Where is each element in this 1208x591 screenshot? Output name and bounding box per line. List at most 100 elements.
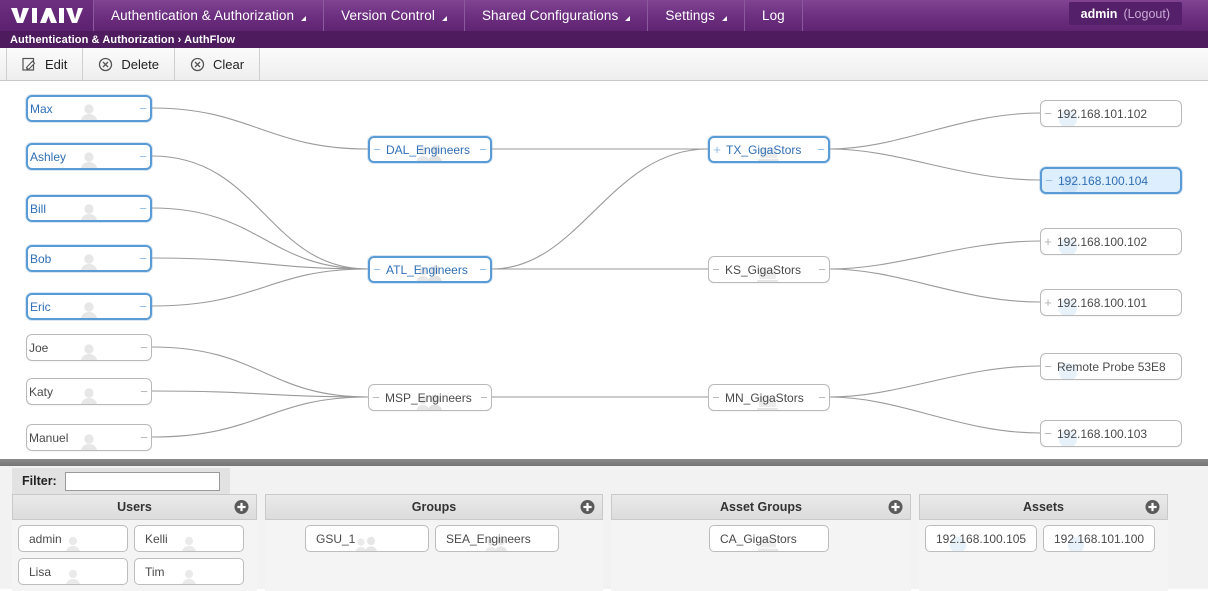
expand-handle[interactable]: −: [709, 391, 723, 404]
circle-x-icon: [99, 57, 113, 71]
add-group-button[interactable]: [580, 500, 595, 515]
collapse-handle[interactable]: −: [136, 102, 150, 115]
collapse-handle[interactable]: −: [815, 263, 829, 276]
add-asset-button[interactable]: [1145, 500, 1160, 515]
graph-node-asset[interactable]: + 192.168.100.101: [1040, 289, 1182, 316]
graph-node-user[interactable]: Ashley −: [26, 143, 152, 170]
graph-node-group[interactable]: − ATL_Engineers −: [368, 256, 492, 283]
chevron-down-icon: [721, 15, 727, 21]
panel-splitter[interactable]: [0, 459, 1208, 466]
item-label: Kelli: [145, 531, 168, 546]
collapse-handle[interactable]: −: [136, 150, 150, 163]
panel-asset-groups: Asset Groups CA_GigaStors: [611, 494, 911, 591]
clear-button[interactable]: Clear: [175, 48, 261, 80]
person-icon: [66, 569, 80, 584]
add-asset-group-button[interactable]: [888, 500, 903, 515]
breadcrumb-text: Authentication & Authorization › AuthFlo…: [10, 33, 236, 46]
nav-item-version-control[interactable]: Version Control: [323, 0, 464, 31]
list-item[interactable]: SEA_Engineers: [435, 525, 559, 552]
expand-handle[interactable]: −: [370, 263, 384, 276]
list-item[interactable]: CA_GigaStors: [709, 525, 829, 552]
expand-handle[interactable]: −: [1041, 360, 1055, 373]
collapse-handle[interactable]: −: [137, 431, 151, 444]
node-label: 192.168.100.103: [1057, 426, 1148, 441]
viavi-logo[interactable]: [0, 0, 93, 31]
graph-node-user[interactable]: Eric −: [26, 293, 152, 320]
graph-node-asset[interactable]: − Remote Probe 53E8: [1040, 353, 1182, 380]
panel-groups-body: GSU_1 SEA_Engineers: [265, 520, 603, 558]
graph-node-asset-group[interactable]: − MN_GigaStors −: [708, 384, 830, 411]
expand-handle[interactable]: +: [710, 143, 724, 156]
list-item[interactable]: 192.168.100.105: [925, 525, 1037, 552]
node-label: Katy: [29, 384, 54, 399]
graph-node-user[interactable]: Manuel −: [26, 424, 152, 451]
circle-x-icon: [190, 57, 205, 71]
auth-flow-canvas[interactable]: Max − Ashley − Bill − Bob − Eric − Joe −…: [0, 81, 1208, 459]
panel-title: Groups: [411, 500, 457, 514]
nav-label: Authentication & Authorization: [111, 8, 295, 23]
panel-assets-body: 192.168.100.105 192.168.101.100: [919, 520, 1168, 558]
expand-handle[interactable]: −: [370, 143, 384, 156]
nav-item-log[interactable]: Log: [743, 0, 802, 31]
person-icon: [66, 536, 80, 551]
chevron-down-icon: [441, 15, 447, 21]
list-item[interactable]: GSU_1: [305, 525, 429, 552]
item-label: 192.168.100.105: [936, 531, 1027, 546]
expand-handle[interactable]: +: [1041, 296, 1055, 309]
collapse-handle[interactable]: −: [476, 143, 490, 156]
graph-node-asset[interactable]: − 192.168.100.103: [1040, 420, 1182, 447]
breadcrumb: Authentication & Authorization › AuthFlo…: [0, 31, 1208, 48]
graph-node-asset-group[interactable]: + TX_GigaStors −: [708, 136, 830, 163]
node-label: Bill: [30, 201, 47, 216]
nav-item-settings[interactable]: Settings: [647, 0, 744, 31]
graph-node-asset[interactable]: − 192.168.100.104: [1040, 167, 1182, 194]
node-label: ATL_Engineers: [386, 262, 468, 277]
nav-label: Log: [761, 8, 785, 23]
edit-button[interactable]: Edit: [6, 48, 84, 80]
collapse-handle[interactable]: −: [136, 202, 150, 215]
list-item[interactable]: Lisa: [18, 558, 128, 585]
delete-button[interactable]: Delete: [83, 48, 175, 80]
graph-node-user[interactable]: Max −: [26, 95, 152, 122]
expand-handle[interactable]: −: [709, 263, 723, 276]
graph-node-asset[interactable]: − 192.168.101.102: [1040, 100, 1182, 127]
chevron-down-icon: [625, 15, 631, 21]
collapse-handle[interactable]: −: [815, 391, 829, 404]
group-icon: [355, 536, 377, 551]
graph-node-user[interactable]: Joe −: [26, 334, 152, 361]
collapse-handle[interactable]: −: [814, 143, 828, 156]
filter-input[interactable]: [64, 471, 220, 491]
node-label: KS_GigaStors: [725, 262, 802, 277]
logout-link[interactable]: (Logout): [1123, 7, 1170, 21]
collapse-handle[interactable]: −: [136, 252, 150, 265]
nav-item-authentication-authorization[interactable]: Authentication & Authorization: [93, 0, 324, 31]
expand-handle[interactable]: +: [1041, 235, 1055, 248]
graph-node-user[interactable]: Bob −: [26, 245, 152, 272]
graph-node-asset[interactable]: + 192.168.100.102: [1040, 228, 1182, 255]
list-item[interactable]: admin: [18, 525, 128, 552]
graph-node-user[interactable]: Bill −: [26, 195, 152, 222]
item-label: GSU_1: [316, 531, 356, 546]
graph-node-group[interactable]: − DAL_Engineers −: [368, 136, 492, 163]
graph-node-asset-group[interactable]: − KS_GigaStors −: [708, 256, 830, 283]
collapse-handle[interactable]: −: [136, 300, 150, 313]
graph-node-user[interactable]: Katy −: [26, 378, 152, 405]
graph-node-group[interactable]: − MSP_Engineers −: [368, 384, 492, 411]
expand-handle[interactable]: −: [369, 391, 383, 404]
list-item[interactable]: Kelli: [134, 525, 244, 552]
collapse-handle[interactable]: −: [477, 391, 491, 404]
list-item[interactable]: Tim: [134, 558, 244, 585]
expand-handle[interactable]: −: [1041, 427, 1055, 440]
add-user-button[interactable]: [234, 500, 249, 515]
toolbar-filler: [260, 48, 1208, 80]
nav-item-shared-configurations[interactable]: Shared Configurations: [463, 0, 648, 31]
collapse-handle[interactable]: −: [137, 341, 151, 354]
expand-handle[interactable]: −: [1042, 174, 1056, 187]
list-item[interactable]: 192.168.101.100: [1043, 525, 1155, 552]
collapse-handle[interactable]: −: [476, 263, 490, 276]
collapse-handle[interactable]: −: [137, 385, 151, 398]
edit-pencil-icon: [22, 57, 36, 71]
node-label: Remote Probe 53E8: [1057, 359, 1166, 374]
node-label: 192.168.100.104: [1058, 173, 1149, 188]
expand-handle[interactable]: −: [1041, 107, 1055, 120]
